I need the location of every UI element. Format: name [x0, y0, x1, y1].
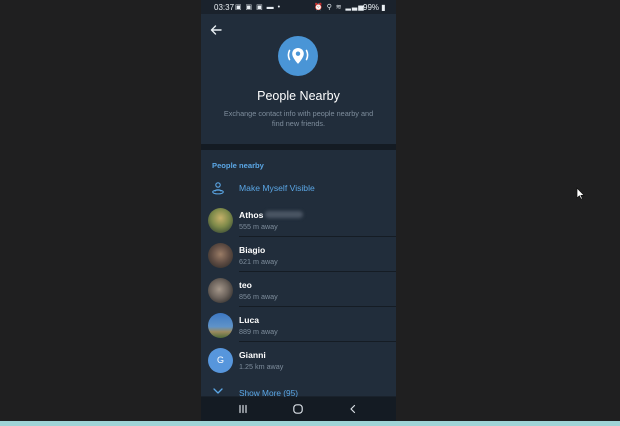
row-divider [239, 341, 396, 342]
page-subtitle: Exchange contact info with people nearby… [223, 109, 374, 128]
system-status-icons: ⏰ ⚲ ≋ ▂▃▅ [314, 4, 365, 11]
list-item-person[interactable]: teo 856 m away [201, 271, 396, 306]
person-distance: 621 m away [239, 257, 278, 266]
avatar [208, 313, 233, 338]
avatar [208, 278, 233, 303]
make-myself-visible-button[interactable]: Make Myself Visible [201, 177, 396, 199]
avatar [208, 208, 233, 233]
avatar-initial: G [208, 348, 233, 373]
mouse-cursor-icon [576, 187, 585, 200]
avatar: G [208, 348, 233, 373]
home-button[interactable] [291, 402, 305, 416]
chevron-down-icon [213, 388, 223, 394]
person-distance: 555 m away [239, 222, 278, 231]
person-location-icon [212, 182, 224, 195]
person-distance: 889 m away [239, 327, 278, 336]
recents-button[interactable] [236, 402, 250, 416]
redacted-surname [265, 211, 303, 218]
make-myself-visible-label: Make Myself Visible [239, 183, 315, 193]
person-name: Luca [239, 315, 260, 325]
person-distance: 856 m away [239, 292, 278, 301]
page-title: People Nearby [257, 89, 340, 103]
row-divider [239, 236, 396, 237]
avatar [208, 243, 233, 268]
person-name: Biagio [239, 245, 266, 255]
battery-indicator: 99% ▮ [363, 3, 386, 12]
phone-screen: 03:37 ▣ ▣ ▣ ▬ • ⏰ ⚲ ≋ ▂▃▅ 99% ▮ People N… [201, 0, 396, 421]
bottom-border-strip [0, 421, 620, 426]
back-button[interactable] [209, 23, 223, 37]
home-icon [293, 404, 303, 414]
arrow-left-icon [210, 25, 222, 35]
person-name: teo [239, 280, 252, 290]
recents-icon [239, 404, 247, 414]
header: People Nearby Exchange contact info with… [201, 14, 396, 144]
notification-icons: ▣ ▣ ▣ ▬ • [235, 4, 282, 11]
row-divider [239, 306, 396, 307]
row-divider [239, 271, 396, 272]
people-nearby-list: People nearby Make Myself Visible Athos … [201, 150, 396, 398]
section-header: People nearby [212, 161, 264, 170]
show-more-button[interactable]: Show More (95) [201, 384, 396, 398]
status-time: 03:37 [214, 3, 235, 12]
person-name: Gianni [239, 350, 266, 360]
person-name: Athos [239, 210, 264, 220]
list-item-person[interactable]: Biagio 621 m away [201, 236, 396, 271]
list-item-person[interactable]: G Gianni 1.25 km away [201, 341, 396, 376]
person-distance: 1.25 km away [239, 362, 284, 371]
location-pin-icon [287, 48, 309, 64]
system-back-button[interactable] [346, 402, 360, 416]
back-chevron-icon [350, 404, 356, 414]
navigation-bar [201, 397, 396, 421]
location-badge [278, 36, 318, 76]
screen-recording-frame: 03:37 ▣ ▣ ▣ ▬ • ⏰ ⚲ ≋ ▂▃▅ 99% ▮ People N… [0, 0, 620, 426]
list-item-person[interactable]: Athos 555 m away [201, 201, 396, 236]
list-item-person[interactable]: Luca 889 m away [201, 306, 396, 341]
status-bar: 03:37 ▣ ▣ ▣ ▬ • ⏰ ⚲ ≋ ▂▃▅ 99% ▮ [201, 0, 396, 14]
